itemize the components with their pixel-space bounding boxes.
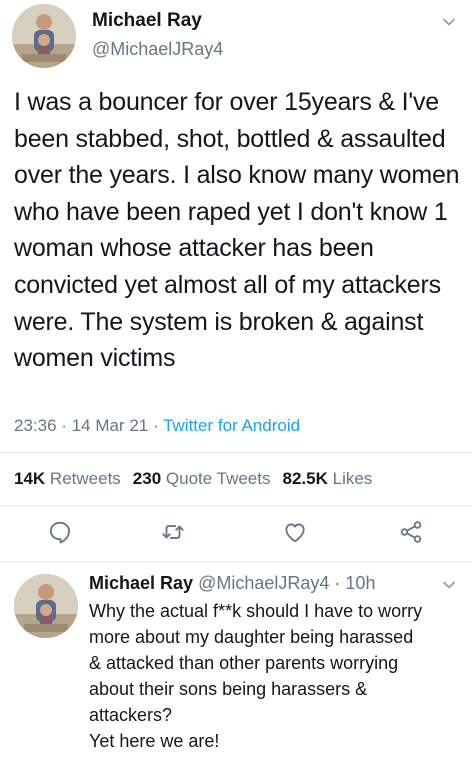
author-avatar[interactable]: [12, 4, 76, 68]
tweet-source-link[interactable]: Twitter for Android: [163, 416, 300, 435]
author-name[interactable]: Michael Ray: [92, 10, 202, 32]
tweet-date: 14 Mar 21: [71, 416, 149, 435]
reply-text: Why the actual f**k should I have to wor…: [89, 598, 464, 754]
meta-separator: ·: [61, 416, 67, 435]
likes-stat[interactable]: 82.5K Likes: [283, 469, 373, 488]
tweet-stats: 14K Retweets 230 Quote Tweets 82.5K Likes: [14, 469, 372, 489]
tweet-time: 23:36: [14, 416, 57, 435]
reply-age: 10h: [345, 573, 376, 593]
avatar-image: [14, 574, 78, 638]
divider: [0, 452, 472, 453]
reply-line: attackers?: [89, 705, 173, 725]
tweet-text: I was a bouncer for over 15years & I've …: [14, 88, 460, 373]
heart-icon[interactable]: [282, 519, 308, 545]
meta-separator: ·: [334, 573, 341, 593]
reply-line: & attacked than other parents worrying: [89, 653, 399, 673]
meta-separator: ·: [152, 416, 159, 435]
retweet-icon[interactable]: [160, 519, 186, 545]
chevron-down-icon[interactable]: [441, 577, 457, 593]
divider: [0, 505, 472, 506]
reply-author-avatar[interactable]: [14, 574, 78, 638]
reply-line: Yet here we are!: [89, 731, 220, 751]
quote-tweets-stat[interactable]: 230 Quote Tweets: [133, 469, 271, 488]
tweet-meta: 23:36 · 14 Mar 21 · Twitter for Android: [14, 416, 300, 436]
reply-line: about their sons being harassers &: [89, 679, 368, 699]
reply-line: more about my daughter being harassed: [89, 627, 414, 647]
author-handle[interactable]: @MichaelJRay4: [92, 39, 223, 60]
avatar-image: [12, 4, 76, 68]
reply-line: Why the actual f**k should I have to wor…: [89, 601, 423, 621]
retweets-stat[interactable]: 14K Retweets: [14, 469, 121, 488]
chevron-down-icon[interactable]: [441, 14, 457, 30]
share-icon[interactable]: [398, 519, 424, 545]
reply-author-name[interactable]: Michael Ray: [89, 573, 193, 593]
divider: [0, 561, 472, 562]
reply-author-handle[interactable]: @MichaelJRay4: [198, 573, 329, 593]
reply-icon[interactable]: [47, 519, 73, 545]
reply-header: Michael Ray @MichaelJRay4 · 10h: [89, 573, 375, 594]
